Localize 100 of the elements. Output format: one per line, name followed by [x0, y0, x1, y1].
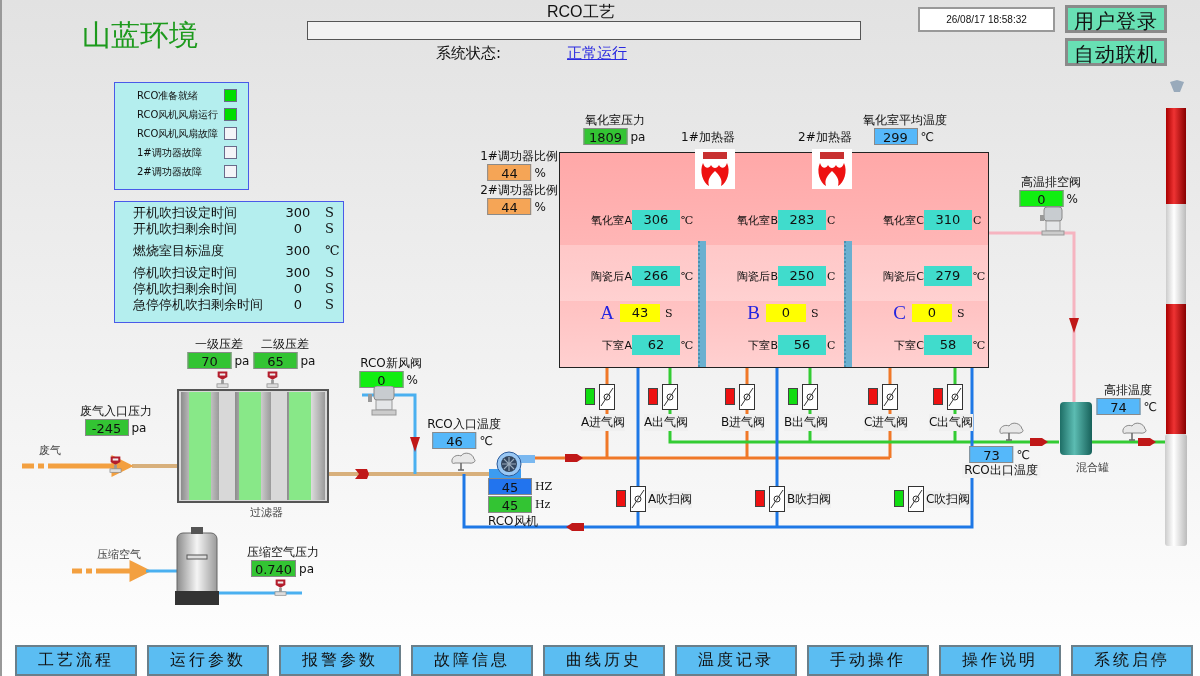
readout-value: 65	[253, 352, 298, 369]
valve-label: B进气阀	[721, 414, 766, 431]
flow-arrow-icon	[1069, 318, 1079, 333]
readout-label: 高温排空阀	[1021, 175, 1081, 190]
chamber-label: 陶瓷后A	[590, 268, 632, 284]
parameter-label: 急停停机吹扫剩余时间	[133, 297, 264, 313]
parameter-value: 300	[284, 205, 312, 221]
readout-label: RCO出口温度	[962, 463, 1040, 478]
readout-unit: ℃	[1016, 447, 1031, 462]
readout-unit: pa	[234, 353, 251, 368]
parameter-label: 开机吹扫剩余时间	[133, 221, 238, 237]
readout-unit: pa	[300, 353, 317, 368]
chamber-label: 陶瓷后C	[882, 268, 924, 284]
timer-unit: S	[810, 306, 819, 320]
nav-button[interactable]: 温度记录	[675, 645, 797, 676]
valve-icon[interactable]	[599, 384, 615, 410]
equipment-label: 压缩空气	[97, 547, 141, 562]
parameter-unit: S	[324, 297, 335, 313]
readout-unit: %	[534, 165, 547, 180]
chamber-unit: C	[972, 213, 982, 227]
header-button[interactable]: 自动联机	[1065, 38, 1167, 66]
status-link[interactable]: 正常运行	[567, 44, 627, 63]
parameter-value: 0	[292, 221, 304, 237]
valve-label: C出气阀	[929, 414, 974, 431]
chamber-value: 279	[924, 266, 972, 286]
parameter-unit: S	[324, 205, 335, 221]
parameter-unit: S	[324, 265, 335, 281]
chamber-label: 下室B	[747, 337, 778, 353]
indicator-label: 1#调功器故障	[137, 145, 202, 160]
fan-icon[interactable]	[489, 451, 537, 479]
readout-label: 一级压差	[195, 337, 243, 352]
readout-label: 氧化室平均温度	[863, 113, 947, 128]
valve-icon[interactable]	[802, 384, 818, 410]
readout-value: 0.740	[250, 560, 297, 577]
valve-icon[interactable]	[739, 384, 755, 410]
readout-unit: pa	[131, 420, 148, 435]
chamber-value: 62	[632, 335, 680, 355]
nav-button[interactable]: 运行参数	[147, 645, 269, 676]
parameter-unit: ℃	[324, 243, 341, 259]
readout-label: 高排温度	[1104, 383, 1152, 398]
frequency-unit: Hz	[535, 498, 552, 511]
readout-value: 44	[487, 164, 532, 181]
fresh-air-valve-icon[interactable]	[366, 386, 400, 416]
valve-label: A进气阀	[581, 414, 626, 431]
valve-icon[interactable]	[630, 486, 646, 512]
readout-value: 46	[432, 432, 477, 449]
nav-button[interactable]: 报警参数	[279, 645, 401, 676]
valve-label: C吹扫阀	[926, 491, 971, 508]
fan-label: RCO风机	[488, 513, 538, 530]
chamber-letter: B	[746, 302, 761, 324]
readout-value: 74	[1096, 398, 1141, 415]
parameter-value: 0	[292, 281, 304, 297]
valve-icon[interactable]	[947, 384, 963, 410]
chamber-value: 306	[632, 210, 680, 230]
valve-icon[interactable]	[882, 384, 898, 410]
readout-value: 70	[187, 352, 232, 369]
parameter-unit: S	[324, 221, 335, 237]
parameter-value: 0	[292, 297, 304, 313]
parameter-label: 燃烧室目标温度	[133, 243, 225, 259]
chamber-unit: ℃	[680, 338, 694, 352]
heater-label: 1#加热器	[681, 129, 735, 146]
status-label: 系统状态:	[436, 44, 502, 63]
nav-button[interactable]: 曲线历史	[543, 645, 665, 676]
frequency-unit: HZ	[535, 480, 553, 493]
readout-unit: %	[406, 372, 419, 387]
nav-button[interactable]: 系统启停	[1071, 645, 1193, 676]
nav-button[interactable]: 操作说明	[939, 645, 1061, 676]
readout-unit: ℃	[1143, 399, 1158, 414]
chamber-label: 下室A	[601, 337, 632, 353]
window-title: RCO工艺	[547, 2, 615, 22]
parameter-value: 300	[284, 265, 312, 281]
flow-arrow-icon	[565, 454, 583, 462]
valve-icon[interactable]	[769, 486, 785, 512]
valve-icon[interactable]	[908, 486, 924, 512]
valve-icon[interactable]	[662, 384, 678, 410]
nav-button[interactable]: 手动操作	[807, 645, 929, 676]
nav-button[interactable]: 故障信息	[411, 645, 533, 676]
readout-label: 氧化室压力	[585, 113, 645, 128]
valve-label: A吹扫阀	[648, 491, 693, 508]
pressure-gauge-icon	[216, 370, 229, 388]
header-button[interactable]: 用户登录	[1065, 5, 1167, 33]
readout-unit: %	[534, 199, 547, 214]
readout-label: 压缩空气压力	[247, 545, 319, 560]
parameter-value: 300	[284, 243, 312, 259]
chamber-label: 氧化室A	[590, 212, 632, 228]
chamber-unit: ℃	[972, 338, 986, 352]
readout-label: RCO入口温度	[427, 417, 501, 432]
equipment-label: 过滤器	[250, 505, 283, 520]
readout-unit: ℃	[920, 129, 935, 144]
readout-value: 0	[359, 371, 404, 388]
pressure-gauge-icon	[274, 578, 287, 596]
nav-button[interactable]: 工艺流程	[15, 645, 137, 676]
readout-value: 299	[873, 128, 918, 145]
chamber-value: 266	[632, 266, 680, 286]
heater-label: 2#加热器	[798, 129, 852, 146]
readout-unit: %	[1066, 191, 1079, 206]
temperature-sensor-icon	[449, 450, 477, 474]
parameter-label: 开机吹扫设定时间	[133, 205, 238, 221]
readout-unit: pa	[299, 561, 316, 576]
chamber-letter: A	[599, 302, 615, 324]
